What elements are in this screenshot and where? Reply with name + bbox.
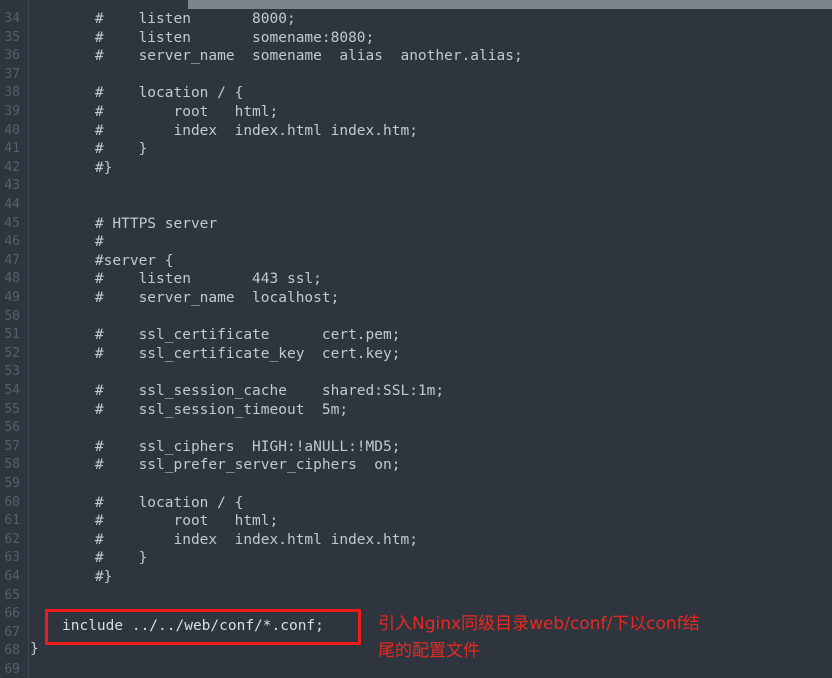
code-content[interactable]: # listen 8000; # listen somename:8080; #… [0,0,832,678]
code-line[interactable]: # } [0,140,832,158]
code-line[interactable]: # listen 8000; [0,10,832,28]
code-line[interactable]: #} [0,568,832,586]
code-line[interactable]: # index index.html index.htm; [0,122,832,140]
code-line[interactable]: # ssl_certificate_key cert.key; [0,345,832,363]
closing-brace-text: } [30,641,39,657]
code-line[interactable]: # ssl_session_timeout 5m; [0,401,832,419]
code-line[interactable]: # server_name somename alias another.ali… [0,47,832,65]
code-line[interactable]: # ssl_ciphers HIGH:!aNULL:!MD5; [0,438,832,456]
code-line[interactable]: # } [0,549,832,567]
code-editor[interactable]: 34 35 36 37 38 39 40 41 42 43 44 45 46 47 48 49 50 51 52 53… [0,0,832,678]
code-line[interactable]: # ssl_prefer_server_ciphers on; [0,456,832,474]
code-line[interactable]: #server { [0,252,832,270]
code-line[interactable]: # server_name localhost; [0,289,832,307]
code-line[interactable]: # ssl_certificate cert.pem; [0,326,832,344]
annotation-text: 引入Nginx同级目录web/conf/下以conf结尾的配置文件 [378,614,700,661]
code-line[interactable]: # ssl_session_cache shared:SSL:1m; [0,382,832,400]
code-line[interactable]: # location / { [0,494,832,512]
code-line[interactable]: # location / { [0,84,832,102]
code-line[interactable]: # [0,233,832,251]
code-line[interactable]: # root html; [0,512,832,530]
code-line[interactable]: # index index.html index.htm; [0,531,832,549]
code-line[interactable]: #} [0,159,832,177]
include-directive-text[interactable]: include ../../web/conf/*.conf; [62,616,324,636]
code-line[interactable]: # HTTPS server [0,215,832,233]
code-line[interactable]: # root html; [0,103,832,121]
code-line[interactable]: # listen somename:8080; [0,29,832,47]
code-line[interactable]: # listen 443 ssl; [0,270,832,288]
